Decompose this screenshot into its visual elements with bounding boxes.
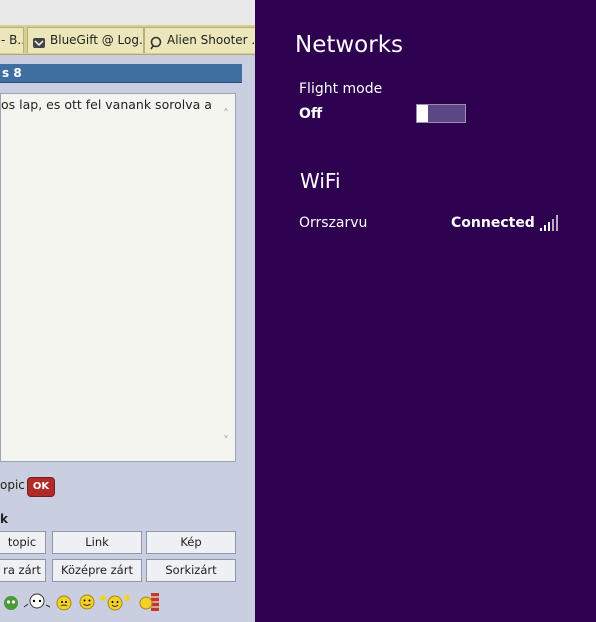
editor-scrollbar[interactable]: ˄ ˅ [217,94,235,461]
networks-title: Networks [295,32,404,58]
image-button[interactable]: Kép [146,531,236,554]
flight-mode-toggle[interactable] [416,104,466,123]
tab-label: - B... [1,33,23,47]
flight-mode-state: Off [299,106,323,122]
align-button[interactable]: ra zárt [0,559,46,582]
tab-0[interactable]: - B... [0,27,24,53]
justify-button[interactable]: Sorkizárt [146,559,236,582]
editor-text: os lap, es ott fel vanank sorolva a [1,97,212,112]
tab-label: BlueGift @ Log... [50,33,144,47]
green-smiley-icon[interactable] [2,593,20,611]
wall-smiley-icon[interactable] [138,593,160,611]
tab-label: Alien Shooter ... [167,33,255,47]
browser-window: - B... BlueGift @ Log... Alien Shooter .… [0,0,255,622]
cheering-smiley-icon[interactable] [100,593,130,611]
link-button[interactable]: Link [52,531,142,554]
tab-bluegift[interactable]: BlueGift @ Log... [27,27,144,53]
smiley-bar [0,593,255,615]
browser-toolbar [0,0,255,25]
bluegift-icon [32,34,46,48]
ok-button[interactable]: OK [27,477,55,497]
mask-smiley-icon[interactable] [22,593,52,611]
forum-panel: s 8 os lap, es ott fel vanank sorolva a … [0,55,255,622]
network-name[interactable]: Orrszarvu [299,215,367,231]
message-editor[interactable]: os lap, es ott fel vanank sorolva a ˄ ˅ [0,93,236,462]
network-status: Connected [451,215,535,231]
section-label: k [0,512,8,526]
tab-strip: - B... BlueGift @ Log... Alien Shooter .… [0,25,255,55]
topic-button[interactable]: topic [0,531,46,554]
scroll-down-icon[interactable]: ˅ [220,435,232,447]
wifi-signal-icon [540,215,558,231]
topic-label: opic [0,478,25,492]
flight-mode-label: Flight mode [299,81,383,97]
wifi-section-title: WiFi [300,169,341,193]
search-bubble-icon [149,34,163,49]
smile-icon[interactable] [78,593,96,611]
panel-title: s 8 [0,64,242,83]
tab-alien-shooter[interactable]: Alien Shooter ... [144,27,255,53]
toggle-thumb[interactable] [417,105,428,122]
confused-smiley-icon[interactable] [56,593,74,611]
networks-flyout: Networks Flight mode Off WiFi Orrszarvu … [255,0,596,622]
center-align-button[interactable]: Középre zárt [52,559,142,582]
scroll-up-icon[interactable]: ˄ [220,108,232,120]
